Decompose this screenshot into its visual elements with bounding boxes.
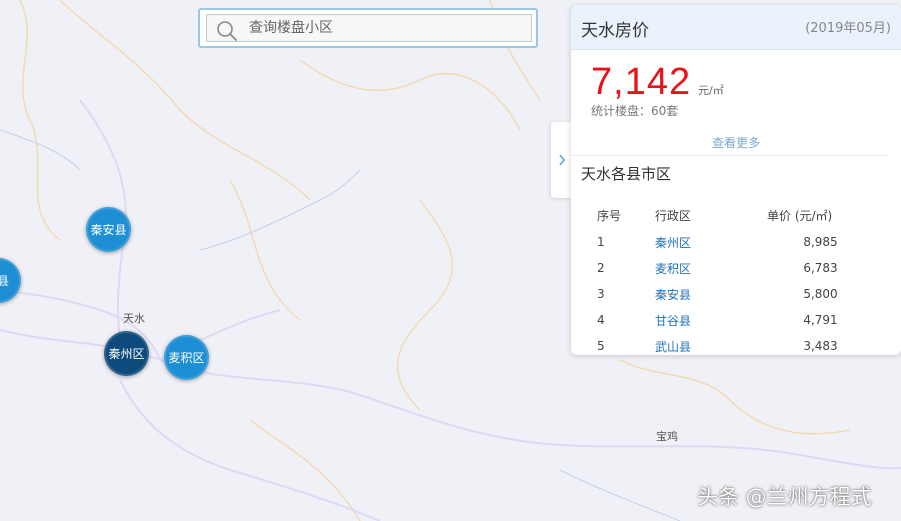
panel-collapse-button[interactable] (551, 122, 573, 198)
rank-cell: 4 (597, 313, 605, 327)
district-bubble-label: 秦州区 (108, 347, 145, 361)
rank-cell: 2 (597, 261, 605, 275)
table-row: 5 武山县 3,483 (585, 333, 875, 355)
district-link[interactable]: 秦安县 (655, 288, 691, 302)
watermark: 头条 @兰州方程式 (697, 485, 872, 509)
search-input[interactable] (247, 15, 527, 41)
district-link[interactable]: 秦州区 (655, 236, 691, 250)
column-header-district: 行政区 (655, 208, 692, 223)
table-header-row: 序号 行政区 单价 (元/㎡) (585, 201, 875, 229)
price-cell: 3,483 (803, 339, 838, 353)
price-panel: 天水房价 (2019年05月) 7,142 元/㎡ 统计楼盘：60套 查看更多 … (571, 5, 901, 355)
price-unit: 元/㎡ (698, 84, 724, 97)
column-header-rank: 序号 (597, 208, 622, 223)
price-cell: 8,985 (803, 235, 838, 249)
district-bubble-label: 县 (0, 274, 9, 288)
map-label-tianshui: 天水 (123, 312, 145, 325)
view-more-link[interactable]: 查看更多 (571, 134, 901, 151)
table-row: 1 秦州区 8,985 (585, 229, 875, 255)
table-row: 4 甘谷县 4,791 (585, 307, 875, 333)
search-field-frame[interactable] (206, 14, 532, 42)
panel-header: 天水房价 (2019年05月) (571, 5, 901, 50)
district-link[interactable]: 麦积区 (655, 262, 691, 276)
district-bubble-qinan[interactable]: 秦安县 (86, 207, 131, 252)
divider (571, 155, 887, 156)
price-cell: 4,791 (803, 313, 838, 327)
rank-cell: 3 (597, 287, 605, 301)
rank-cell: 5 (597, 339, 605, 353)
district-bubble-maiji[interactable]: 麦积区 (164, 335, 209, 380)
district-bubble-label: 秦安县 (90, 223, 127, 237)
search-icon[interactable] (216, 20, 238, 42)
panel-title: 天水房价 (581, 21, 649, 41)
average-price: 7,142 (591, 61, 692, 103)
column-header-price: 单价 (元/㎡) (767, 208, 833, 223)
price-cell: 5,800 (803, 287, 838, 301)
district-link[interactable]: 武山县 (655, 340, 691, 354)
panel-date: (2019年05月) (805, 21, 891, 36)
chevron-right-icon (559, 154, 565, 166)
property-count: 统计楼盘：60套 (591, 104, 679, 118)
table-row: 2 麦积区 6,783 (585, 255, 875, 281)
price-cell: 6,783 (803, 261, 838, 275)
map-label-baoji: 宝鸡 (656, 430, 678, 443)
table-row: 3 秦安县 5,800 (585, 281, 875, 307)
district-bubble-qinzhou[interactable]: 秦州区 (104, 331, 149, 376)
rank-cell: 1 (597, 235, 605, 249)
district-link[interactable]: 甘谷县 (655, 314, 691, 328)
search-box[interactable] (198, 8, 538, 48)
district-price-table: 序号 行政区 单价 (元/㎡) 1 秦州区 8,985 2 麦积区 6,783 … (585, 201, 875, 355)
district-bubble-label: 麦积区 (168, 351, 205, 365)
district-section-title: 天水各县市区 (581, 165, 672, 183)
